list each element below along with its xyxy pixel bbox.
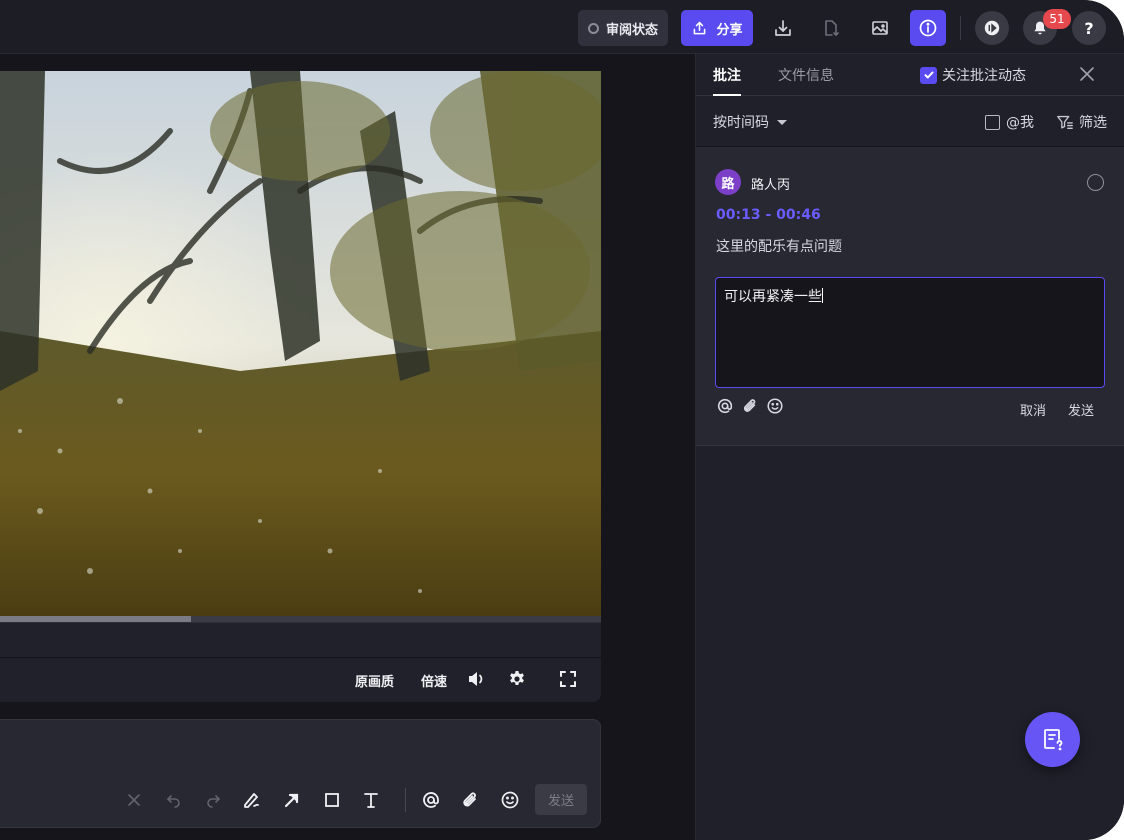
mentions-me-label: @我 xyxy=(1006,115,1034,131)
sort-label: 按时间码 xyxy=(713,115,769,131)
notification-badge: 51 xyxy=(1043,9,1071,29)
reply-input-value: 可以再紧凑一些 xyxy=(724,289,822,305)
video-frame[interactable] xyxy=(0,71,601,616)
quality-button[interactable]: 原画质 xyxy=(355,671,394,690)
comment-timecode[interactable]: 00:13 - 00:46 xyxy=(716,207,821,223)
help-button[interactable]: ? xyxy=(1072,11,1106,45)
comment-author: 路人丙 xyxy=(751,178,791,193)
resolve-circle-icon[interactable] xyxy=(1087,174,1104,191)
chevron-down-icon xyxy=(777,119,787,125)
attachment-icon[interactable] xyxy=(460,790,480,810)
reply-input[interactable]: 可以再紧凑一些 xyxy=(715,277,1105,388)
top-toolbar: 审阅状态 分享 51 ? xyxy=(0,0,1124,54)
filter-button[interactable]: 筛选 xyxy=(1056,112,1107,132)
annotation-toolbar-divider xyxy=(405,788,406,812)
text-cursor xyxy=(822,288,823,303)
avatar: 路 xyxy=(715,169,741,195)
download-icon xyxy=(775,20,791,36)
emoji-icon[interactable] xyxy=(500,790,520,810)
volume-icon[interactable] xyxy=(466,669,486,689)
info-icon xyxy=(919,19,937,37)
reply-mention-icon[interactable] xyxy=(716,397,734,415)
reply-send-button[interactable]: 发送 xyxy=(1068,400,1094,419)
image-icon xyxy=(872,21,888,35)
reply-cancel-button[interactable]: 取消 xyxy=(1020,400,1046,419)
reply-emoji-icon[interactable] xyxy=(766,397,784,415)
review-status-button[interactable]: 审阅状态 xyxy=(578,10,668,46)
annotation-send-button[interactable]: 发送 xyxy=(535,784,587,815)
info-button[interactable] xyxy=(910,10,946,46)
arrow-tool-icon[interactable] xyxy=(282,790,302,810)
comment-card: 路 路人丙 00:13 - 00:46 这里的配乐有点问题 可以再紧凑一些 取消… xyxy=(696,147,1124,446)
text-tool-icon[interactable] xyxy=(361,790,381,810)
checkbox-empty-icon xyxy=(985,114,1000,130)
status-ring-icon xyxy=(587,22,599,34)
sort-dropdown[interactable]: 按时间码 xyxy=(713,112,787,132)
speed-button[interactable]: 倍速 xyxy=(421,671,447,690)
fast-forward-icon xyxy=(984,20,1000,36)
tab-file-info[interactable]: 文件信息 xyxy=(778,65,834,85)
help-feedback-fab[interactable] xyxy=(1025,712,1080,767)
undo-icon[interactable] xyxy=(164,790,184,810)
speed-mode-button[interactable] xyxy=(975,11,1009,45)
reply-attachment-icon[interactable] xyxy=(741,397,759,415)
share-label: 分享 xyxy=(716,22,743,38)
share-button[interactable]: 分享 xyxy=(681,10,753,46)
follow-comments-checkbox[interactable]: 关注批注动态 xyxy=(920,65,1026,85)
control-bar-divider xyxy=(0,657,601,658)
checkbox-checked-icon xyxy=(920,66,937,84)
save-version-button[interactable] xyxy=(813,10,849,46)
comment-filter-bar: 按时间码 @我 筛选 xyxy=(696,97,1124,147)
download-button[interactable] xyxy=(765,10,801,46)
app-window: 审阅状态 分享 51 ? 原画质 倍速 发送 批注 文件信息 关注批注动态 按时… xyxy=(0,0,1124,840)
toolbar-divider xyxy=(960,16,961,40)
follow-label: 关注批注动态 xyxy=(942,68,1026,84)
fullscreen-icon[interactable] xyxy=(558,669,578,689)
feedback-question-icon xyxy=(1043,728,1062,750)
share-icon xyxy=(694,21,706,34)
filter-label: 筛选 xyxy=(1079,115,1107,131)
pen-draw-icon[interactable] xyxy=(242,790,262,810)
rectangle-tool-icon[interactable] xyxy=(322,790,342,810)
comment-text: 这里的配乐有点问题 xyxy=(716,239,842,255)
redo-icon[interactable] xyxy=(203,790,223,810)
clear-icon[interactable] xyxy=(124,790,144,810)
settings-gear-icon[interactable] xyxy=(507,669,527,689)
mention-icon[interactable] xyxy=(421,790,441,810)
annotation-input-bar[interactable]: 发送 xyxy=(0,719,601,828)
mentions-me-checkbox[interactable]: @我 xyxy=(985,112,1034,132)
review-status-label: 审阅状态 xyxy=(605,22,658,38)
file-download-icon xyxy=(825,20,839,36)
close-icon[interactable] xyxy=(1077,64,1097,84)
player-control-bar: 原画质 倍速 xyxy=(0,622,601,702)
tab-comments[interactable]: 批注 xyxy=(713,65,741,96)
panel-tabs: 批注 文件信息 关注批注动态 xyxy=(696,54,1124,96)
snapshot-button[interactable] xyxy=(862,10,898,46)
filter-icon xyxy=(1057,115,1073,129)
